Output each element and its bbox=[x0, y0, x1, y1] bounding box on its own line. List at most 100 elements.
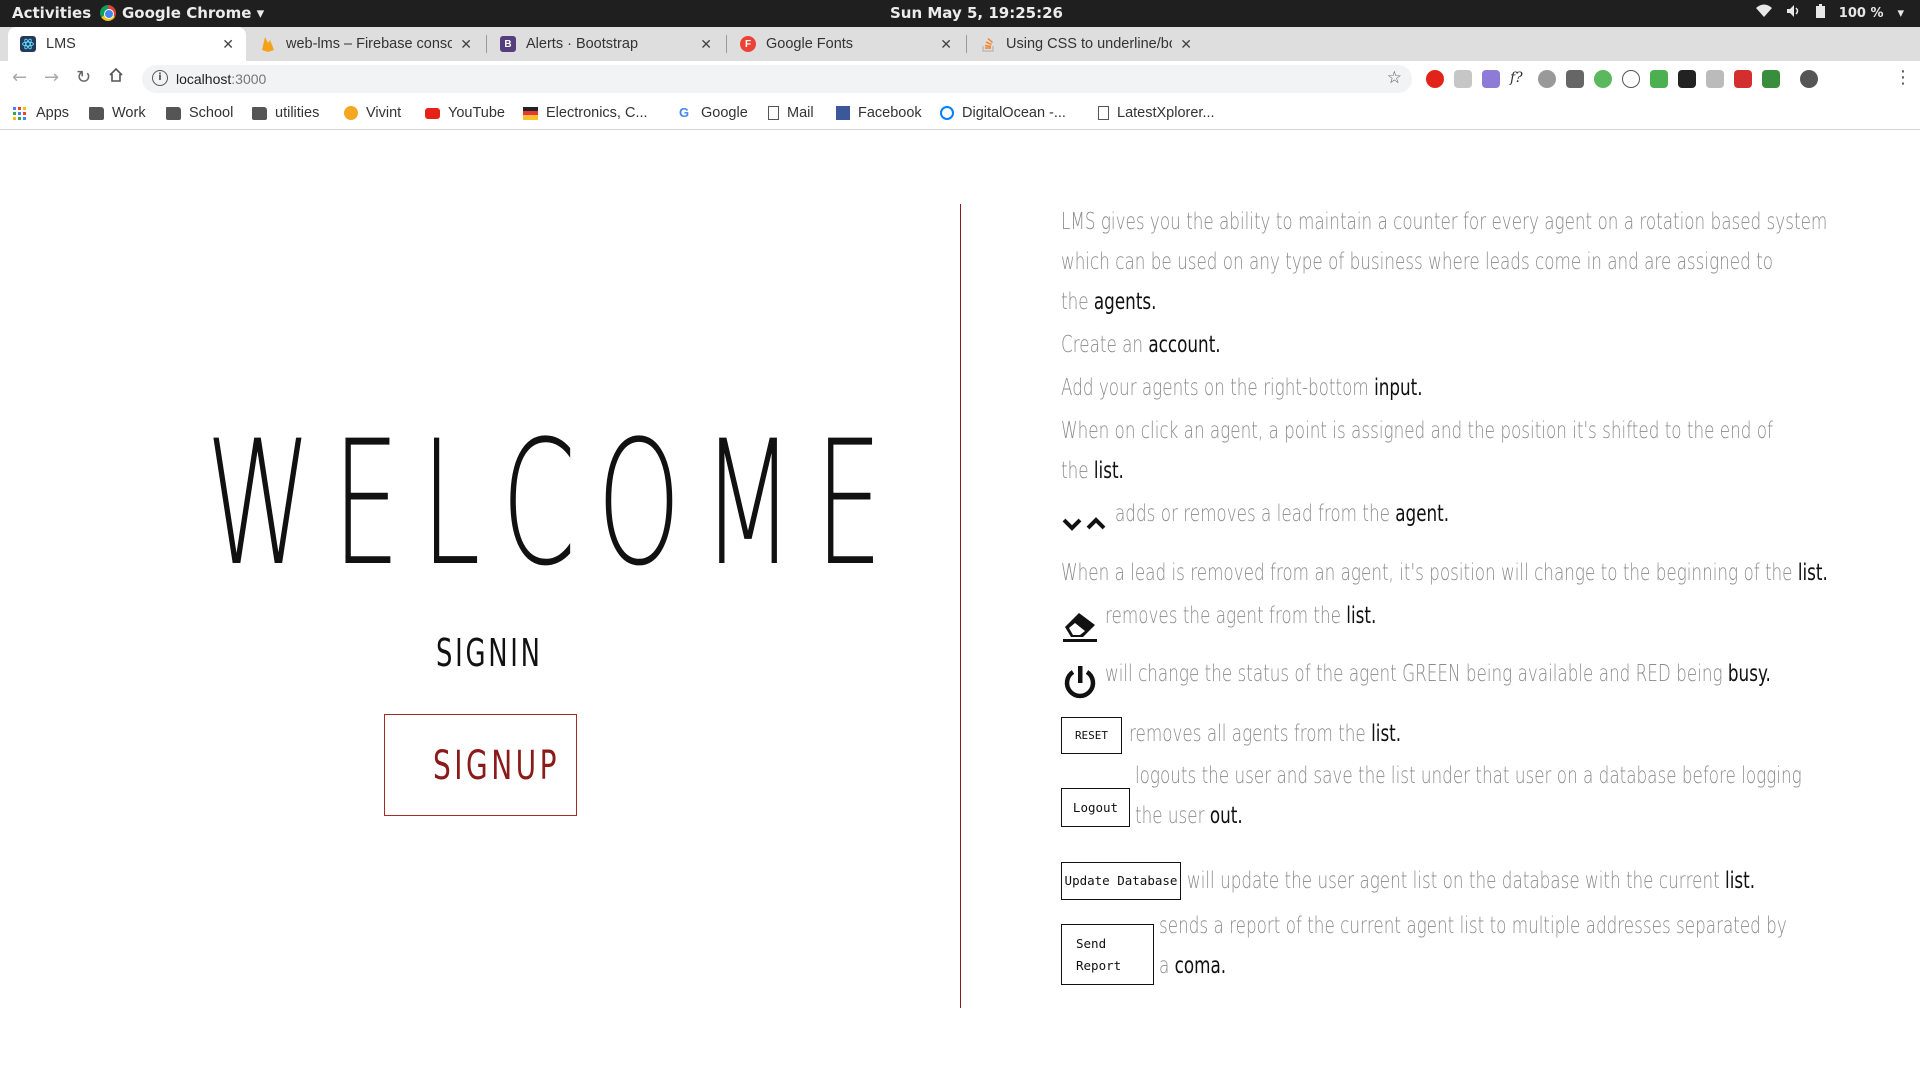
reset-line: removes all agents from the list. bbox=[1129, 721, 1401, 747]
reset-text: removes all agents from the bbox=[1129, 721, 1372, 747]
bootstrap-favicon-icon: B bbox=[500, 36, 516, 52]
bookmark-digitalocean[interactable]: DigitalOcean -... bbox=[940, 105, 1066, 121]
highlight-list: list. bbox=[1725, 868, 1756, 894]
reset-button-label: RESET bbox=[1074, 728, 1109, 742]
tab-stackoverflow[interactable]: Using CSS to underline/bc ✕ bbox=[968, 27, 1204, 61]
bookmark-apps[interactable]: Apps bbox=[13, 105, 69, 121]
bookmark-facebook[interactable]: Facebook bbox=[836, 105, 922, 121]
forward-arrow-icon[interactable]: → bbox=[44, 67, 59, 88]
add-agents-line: Add your agents on the right-bottom inpu… bbox=[1061, 375, 1423, 401]
firebase-favicon-icon bbox=[260, 36, 276, 52]
bookmark-utilities[interactable]: utilities bbox=[252, 105, 319, 121]
extension-icon[interactable] bbox=[1734, 70, 1752, 88]
close-tab-icon[interactable]: ✕ bbox=[222, 36, 234, 53]
arrows-text: adds or removes a lead from the bbox=[1115, 501, 1396, 527]
bookmark-label: DigitalOcean -... bbox=[962, 105, 1066, 121]
highlight-out: out. bbox=[1209, 803, 1243, 829]
site-info-icon[interactable]: i bbox=[152, 70, 168, 86]
close-tab-icon[interactable]: ✕ bbox=[460, 36, 472, 53]
intro-text-2: which can be used on any type of busines… bbox=[1061, 249, 1773, 275]
profile-avatar[interactable] bbox=[1800, 70, 1818, 88]
bookmark-latestxplorer[interactable]: LatestXplorer... bbox=[1098, 105, 1215, 121]
update-button-label: Update Database bbox=[1064, 873, 1178, 888]
bookmark-label: Work bbox=[112, 105, 146, 121]
extension-icon[interactable] bbox=[1594, 70, 1612, 88]
send-line-2: a coma. bbox=[1159, 953, 1226, 979]
bookmark-school[interactable]: School bbox=[166, 105, 233, 121]
clock[interactable]: Sun May 5, 19:25:26 bbox=[890, 4, 1063, 22]
battery-percentage: 100 % bbox=[1838, 5, 1884, 21]
bookmark-star-icon[interactable]: ☆ bbox=[1387, 68, 1402, 88]
bookmark-mail[interactable]: Mail bbox=[768, 105, 814, 121]
chrome-menu-icon[interactable]: ⋮ bbox=[1894, 67, 1912, 88]
arrows-line: adds or removes a lead from the agent. bbox=[1115, 501, 1449, 527]
system-tray[interactable]: 100 % ▾ bbox=[1755, 4, 1904, 22]
css-extension-icon[interactable] bbox=[1762, 70, 1780, 88]
close-tab-icon[interactable]: ✕ bbox=[700, 36, 712, 53]
home-icon[interactable] bbox=[108, 67, 124, 88]
eyedropper-extension-icon[interactable] bbox=[1566, 70, 1584, 88]
bug-extension-icon[interactable] bbox=[1538, 70, 1556, 88]
reload-icon[interactable]: ↻ bbox=[76, 67, 91, 88]
intro-line-3: the agents. bbox=[1061, 289, 1156, 315]
system-menu-arrow-icon: ▾ bbox=[1897, 5, 1904, 21]
highlight-list: list. bbox=[1346, 603, 1377, 629]
bookmark-work[interactable]: Work bbox=[89, 105, 146, 121]
back-arrow-icon[interactable]: ← bbox=[12, 67, 27, 88]
extension-icon[interactable] bbox=[1622, 70, 1640, 88]
click-line-2: the list. bbox=[1061, 458, 1124, 484]
highlight-agent: agent. bbox=[1395, 501, 1450, 527]
bookmark-label: Apps bbox=[36, 105, 70, 121]
address-bar[interactable]: i localhost:3000 ☆ bbox=[142, 65, 1412, 93]
signup-button[interactable]: SIGNUP bbox=[384, 714, 577, 816]
close-tab-icon[interactable]: ✕ bbox=[1180, 36, 1192, 53]
folder-icon bbox=[252, 106, 267, 120]
close-tab-icon[interactable]: ✕ bbox=[940, 36, 952, 53]
bookmark-google[interactable]: G Google bbox=[679, 105, 748, 121]
highlight-input: input. bbox=[1374, 375, 1423, 401]
extension-icon[interactable] bbox=[1706, 70, 1724, 88]
signin-link[interactable]: SIGNIN bbox=[436, 634, 543, 672]
logout-line-2: the user out. bbox=[1135, 803, 1243, 829]
click-line-1: When on click an agent, a point is assig… bbox=[1061, 418, 1773, 444]
tab-lms[interactable]: LMS ✕ bbox=[8, 27, 246, 61]
update-database-button-sample: Update Database bbox=[1061, 862, 1181, 900]
vertical-divider bbox=[960, 204, 961, 1008]
logout-text-2: the user bbox=[1135, 803, 1210, 829]
welcome-heading: WELCOME bbox=[206, 403, 904, 604]
url-text[interactable]: localhost:3000 bbox=[176, 71, 266, 87]
youtube-icon bbox=[425, 107, 440, 119]
activities-button[interactable]: Activities bbox=[12, 4, 91, 22]
bookmark-label: School bbox=[189, 105, 234, 121]
tab-firebase[interactable]: web-lms – Firebase conso ✕ bbox=[248, 27, 484, 61]
extension-icon[interactable] bbox=[1678, 70, 1696, 88]
reset-button-sample: RESET bbox=[1061, 717, 1122, 754]
eraser-icon bbox=[1061, 609, 1099, 647]
extension-icon[interactable] bbox=[1454, 70, 1472, 88]
bookmark-label: LatestXplorer... bbox=[1117, 105, 1215, 121]
facebook-icon bbox=[836, 106, 850, 120]
bookmark-label: Facebook bbox=[858, 105, 922, 121]
intro-line-1: LMS gives you the ability to maintain a … bbox=[1061, 209, 1827, 235]
bookmark-electronics[interactable]: Electronics, C... bbox=[523, 105, 648, 121]
tab-label: LMS bbox=[46, 36, 76, 52]
highlight-list: list. bbox=[1797, 560, 1828, 586]
bookmark-label: utilities bbox=[275, 105, 320, 121]
power-icon bbox=[1061, 664, 1099, 706]
tab-google-fonts[interactable]: F Google Fonts ✕ bbox=[728, 27, 964, 61]
apps-grid-icon bbox=[13, 106, 28, 120]
page-icon bbox=[768, 106, 779, 120]
bookmark-youtube[interactable]: YouTube bbox=[425, 105, 505, 121]
power-line: will change the status of the agent GREE… bbox=[1105, 661, 1771, 687]
create-text: Create an bbox=[1061, 332, 1149, 358]
folder-icon bbox=[89, 106, 104, 120]
app-menu[interactable]: Google Chrome ▾ bbox=[100, 4, 264, 22]
whatfont-extension-icon[interactable]: f? bbox=[1510, 70, 1528, 88]
highlight-account: account. bbox=[1148, 332, 1221, 358]
tab-bootstrap[interactable]: B Alerts · Bootstrap ✕ bbox=[488, 27, 724, 61]
extension-icon[interactable] bbox=[1482, 70, 1500, 88]
bookmarks-bar: Apps Work School utilities Vivint YouTub… bbox=[0, 97, 1920, 130]
extension-icon[interactable] bbox=[1650, 70, 1668, 88]
opera-extension-icon[interactable] bbox=[1426, 70, 1444, 88]
bookmark-vivint[interactable]: Vivint bbox=[344, 105, 401, 121]
